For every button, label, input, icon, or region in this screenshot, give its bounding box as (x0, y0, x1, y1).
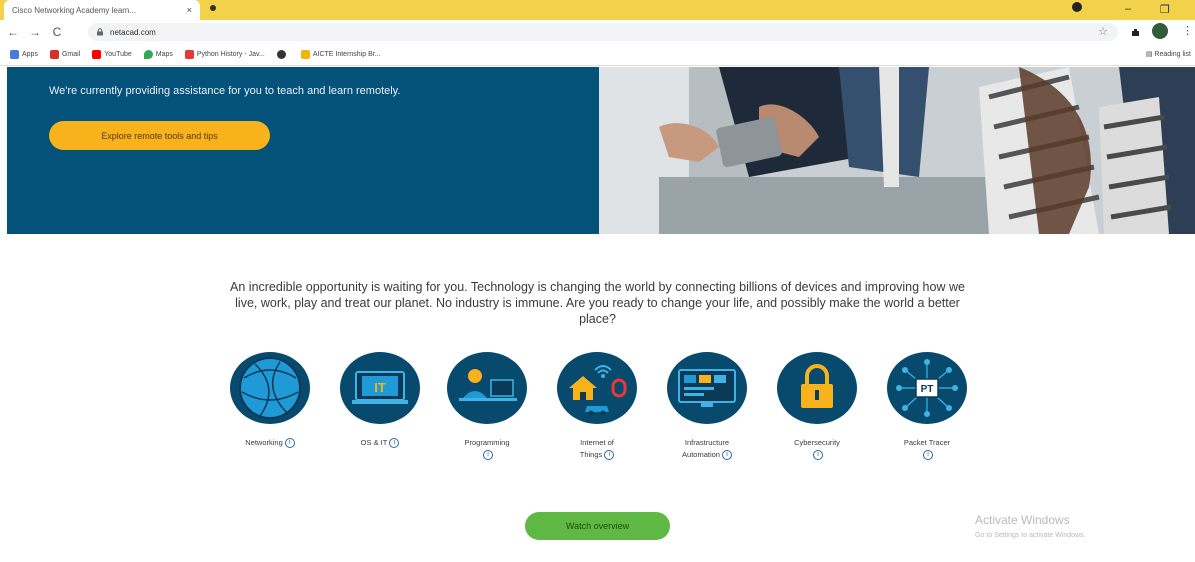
infrastructure-automation-icon[interactable] (667, 352, 747, 424)
info-icon[interactable]: i (923, 450, 933, 461)
course-label-cybersecurity[interactable]: Cybersecurity i (762, 437, 872, 461)
course-label-programming[interactable]: Programming i (432, 437, 542, 461)
youtube-icon (92, 50, 102, 59)
explore-remote-tools-button[interactable]: Explore remote tools and tips (49, 121, 270, 150)
apps-grid-icon (10, 50, 19, 59)
info-icon[interactable]: i (813, 450, 823, 461)
menu-kebab-icon[interactable]: ⋮ (1182, 24, 1193, 37)
globe-icon (276, 50, 286, 59)
course-label-infrastructure-automation[interactable]: Infrastructure Automation i (652, 437, 762, 461)
python-history-icon (184, 50, 194, 59)
address-bar[interactable]: netacad.com ☆ (88, 23, 1118, 41)
profile-dot-icon[interactable] (1072, 2, 1082, 12)
course-label-os-it[interactable]: OS & IT i (325, 437, 435, 449)
url-text: netacad.com (110, 27, 156, 37)
info-icon[interactable]: i (483, 450, 493, 461)
info-icon[interactable]: i (389, 438, 400, 449)
os-it-icon[interactable]: IT (340, 352, 420, 424)
forward-button[interactable]: → (26, 25, 44, 39)
bookmark-python-history[interactable]: Python History - Jav... (184, 50, 265, 59)
browser-toolbar: ← → C netacad.com ☆ ⋮ (0, 20, 1195, 44)
info-icon[interactable]: i (721, 450, 732, 461)
lock-icon (96, 28, 104, 36)
bookmark-youtube[interactable]: YouTube (92, 50, 132, 59)
aicte-icon (300, 50, 310, 59)
minimize-button[interactable]: – (1125, 3, 1131, 15)
bookmark-maps[interactable]: Maps (143, 50, 173, 59)
activate-windows-watermark: Activate Windows Go to Settings to activ… (975, 513, 1086, 539)
watermark-title: Activate Windows (975, 513, 1070, 527)
info-icon[interactable]: i (604, 450, 615, 461)
course-label-iot[interactable]: Internet of Things i (542, 437, 652, 461)
extensions-icon[interactable] (1130, 25, 1142, 37)
gmail-icon (49, 50, 59, 59)
browser-tab[interactable]: Cisco Networking Academy learn... × (4, 0, 200, 20)
pt-text: PT (921, 384, 934, 395)
reading-list-button[interactable]: ▤ Reading list (1146, 50, 1191, 58)
tab-close-icon[interactable]: × (187, 5, 192, 15)
bookmark-gmail[interactable]: Gmail (49, 50, 80, 59)
iot-icon[interactable] (557, 352, 637, 424)
programming-icon[interactable] (447, 352, 527, 424)
course-label-packet-tracer[interactable]: Packet Tracer i (872, 437, 982, 461)
info-icon[interactable]: i (284, 438, 295, 449)
bookmark-globe[interactable] (276, 50, 289, 59)
maximize-button[interactable]: ❐ (1160, 3, 1170, 16)
browser-tab-strip: Cisco Networking Academy learn... × – ❐ (0, 0, 1195, 20)
intro-line: An incredible opportunity is waiting for… (230, 280, 965, 294)
tab-title: Cisco Networking Academy learn... (12, 5, 137, 15)
course-label-networking[interactable]: Networking i (215, 437, 325, 449)
profile-avatar[interactable] (1152, 23, 1168, 39)
reload-button[interactable]: C (48, 25, 66, 39)
packet-tracer-icon[interactable]: PT (887, 352, 967, 424)
bookmark-aicte[interactable]: AICTE Internship Br... (300, 50, 381, 59)
networking-icon[interactable] (230, 352, 310, 424)
maps-pin-icon (143, 50, 153, 59)
hero-panel: We're currently providing assistance for… (7, 67, 599, 234)
back-button[interactable]: ← (4, 25, 22, 39)
watch-overview-button[interactable]: Watch overview (525, 512, 670, 540)
bookmark-star-icon[interactable]: ☆ (1098, 25, 1108, 38)
cybersecurity-icon[interactable] (777, 352, 857, 424)
hero-text: We're currently providing assistance for… (49, 85, 401, 97)
hero-banner: We're currently providing assistance for… (7, 67, 1195, 234)
intro-paragraph: An incredible opportunity is waiting for… (130, 279, 1065, 327)
hero-photo (599, 67, 1195, 234)
intro-line: place? (579, 312, 616, 326)
watermark-subtitle: Go to Settings to activate Windows. (975, 532, 1086, 539)
bookmarks-bar: Apps Gmail YouTube Maps Python History -… (0, 44, 1195, 66)
it-text: IT (374, 380, 386, 395)
bookmark-apps[interactable]: Apps (10, 50, 38, 59)
intro-line: live, work, play and treat our planet. N… (235, 296, 960, 310)
tab-indicator-icon (210, 5, 216, 11)
